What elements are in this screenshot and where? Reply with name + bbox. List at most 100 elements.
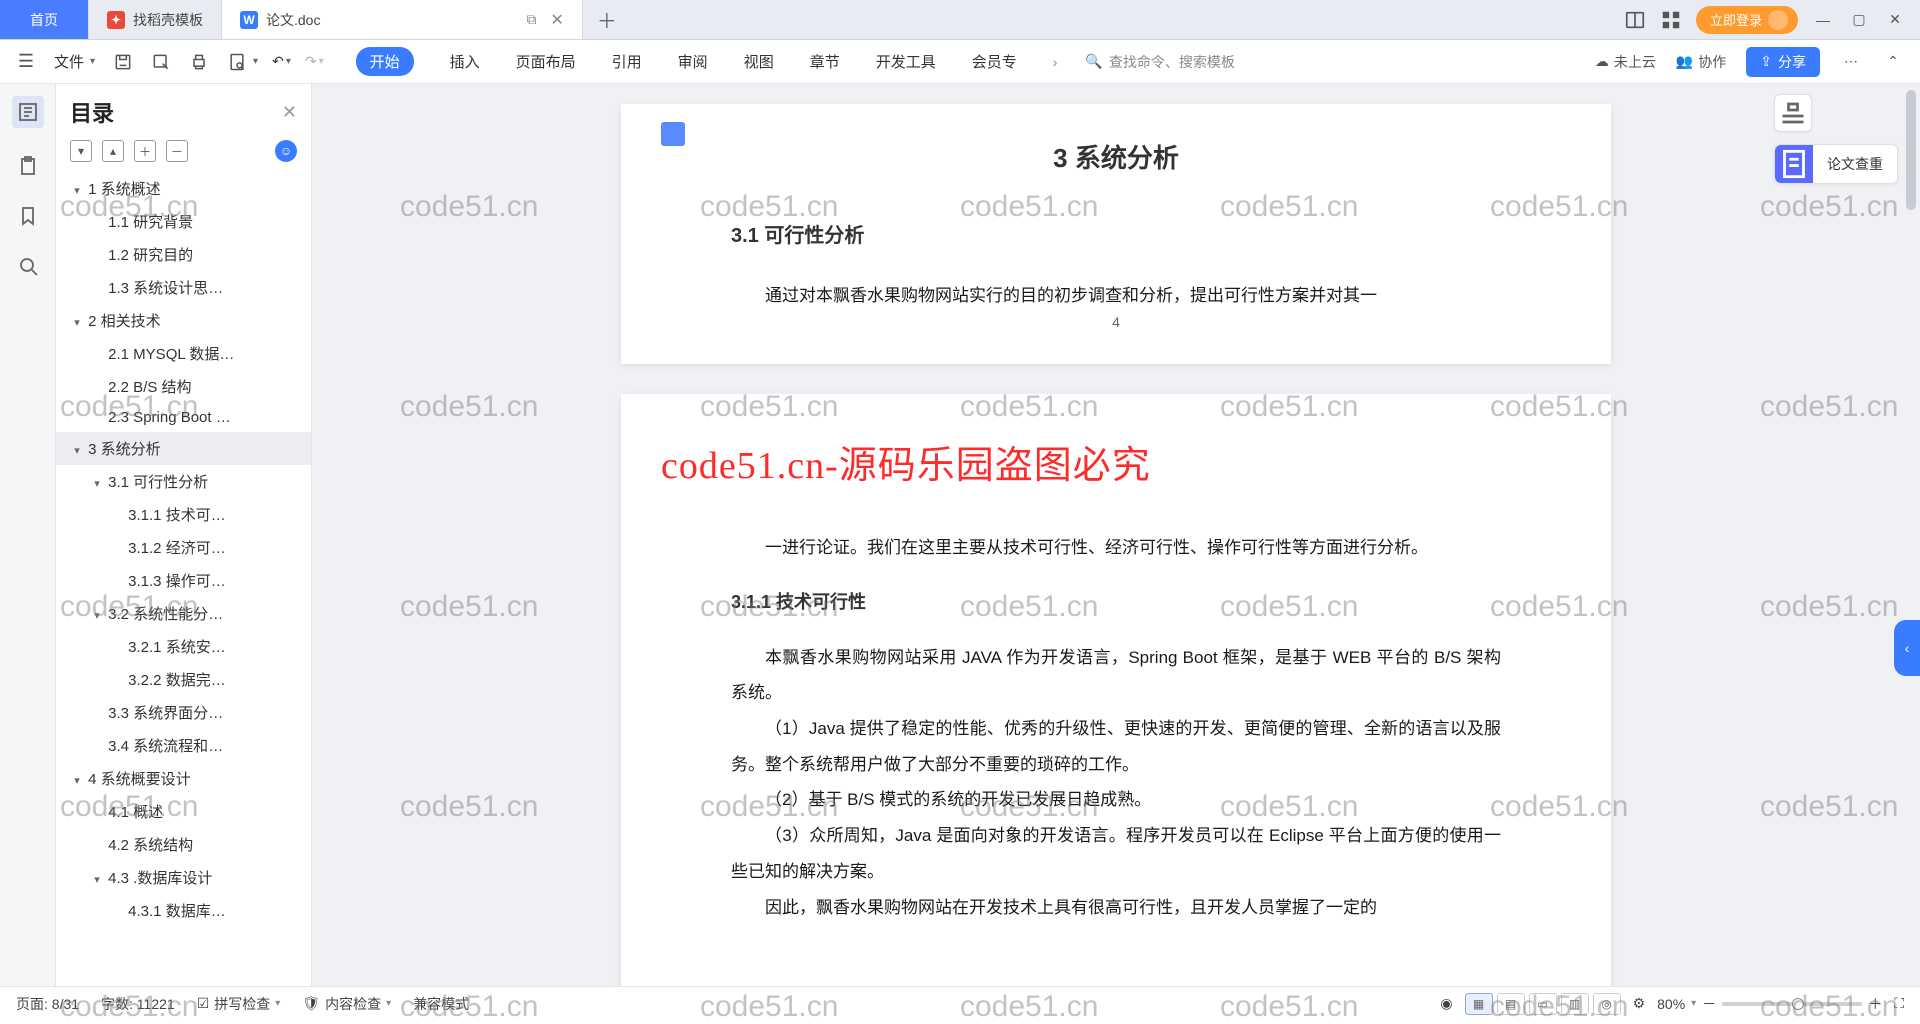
apps-icon[interactable] [1660,9,1682,31]
collab-button[interactable]: 👥协作 [1676,52,1726,72]
zoom-slider[interactable] [1722,1002,1862,1006]
collapse-all-icon[interactable]: ▴ [102,140,124,162]
undo-icon[interactable]: ↶ [272,53,284,70]
tab-templates[interactable]: ✦ 找稻壳模板 [89,0,222,39]
plagiarism-check-button[interactable]: 论文查重 [1774,144,1898,184]
close-icon[interactable]: ✕ [550,10,563,30]
outline-node[interactable]: 1.3 系统设计思… [56,271,311,304]
view-page-icon[interactable]: ▦ [1465,993,1493,1015]
outline-node[interactable]: ▾ 3.2 系统性能分… [56,597,311,630]
ribbon-tab-member[interactable]: 会员专 [972,51,1017,72]
outline-node[interactable]: 2.3 Spring Boot … [56,403,311,432]
bookmark-rail-icon[interactable] [16,204,40,228]
preview-icon[interactable] [227,52,247,72]
zoom-handle[interactable] [1792,998,1804,1010]
outline-node[interactable]: 1.2 研究目的 [56,238,311,271]
assistant-icon[interactable]: ☺ [275,140,297,162]
new-tab-button[interactable]: ＋ [583,0,631,39]
outline-node[interactable]: ▾ 3 系统分析 [56,432,311,465]
vertical-scrollbar[interactable] [1902,84,1918,984]
cloud-status[interactable]: ☁未上云 [1595,52,1656,72]
hamburger-icon[interactable]: ☰ [16,52,36,72]
popout-icon[interactable]: ⧉ [526,11,536,28]
format-panel-icon[interactable] [1774,94,1812,132]
page-indicator[interactable]: 页面: 8/31 [16,994,79,1014]
outline-node[interactable]: 1.1 研究背景 [56,205,311,238]
fullscreen-icon[interactable]: ⛶ [1894,995,1904,1012]
outline-node[interactable]: ▾ 3.1 可行性分析 [56,465,311,498]
outline-node[interactable]: ▾ 4.3 .数据库设计 [56,861,311,894]
login-button[interactable]: 立即登录 [1696,6,1798,34]
zoom-out-icon[interactable]: － [1702,994,1716,1014]
ribbon-tab-start[interactable]: 开始 [356,47,414,76]
search-placeholder: 查找命令、搜索模板 [1109,52,1235,72]
zoom-in-icon[interactable]: ＋ [1868,994,1882,1014]
outline-node[interactable]: 3.1.3 操作可… [56,564,311,597]
outline-node[interactable]: 3.2.2 数据完… [56,663,311,696]
chevron-down-icon[interactable]: ▾ [286,56,291,67]
tab-home[interactable]: 首页 [0,0,89,39]
outline-node[interactable]: 2.1 MYSQL 数据… [56,337,311,370]
ribbon-tab-reference[interactable]: 引用 [612,51,642,72]
view-read-icon[interactable]: ▤ [1497,993,1525,1015]
remove-node-icon[interactable]: － [166,140,188,162]
search-rail-icon[interactable] [16,254,40,278]
settings-icon[interactable]: ⚙ [1633,995,1646,1012]
scrollbar-thumb[interactable] [1906,90,1916,210]
status-eye-icon[interactable]: ◉ [1440,995,1452,1012]
ribbon-tab-view[interactable]: 视图 [744,51,774,72]
file-menu[interactable]: 文件 [54,51,84,72]
add-node-icon[interactable]: ＋ [134,140,156,162]
expand-all-icon[interactable]: ▾ [70,140,92,162]
chevron-down-icon[interactable]: ▾ [253,56,258,67]
ribbon-tab-chapter[interactable]: 章节 [810,51,840,72]
redo-icon[interactable]: ↷ [305,53,317,70]
outline-node[interactable]: 3.4 系统流程和… [56,729,311,762]
collapse-ribbon-icon[interactable]: ⌃ [1882,51,1904,73]
ribbon-tab-devtools[interactable]: 开发工具 [876,51,936,72]
spell-check-toggle[interactable]: ☑拼写检查 ▾ [197,994,281,1014]
clipboard-rail-icon[interactable] [16,154,40,178]
more-icon[interactable]: ⋯ [1840,51,1862,73]
tab-bar: 首页 ✦ 找稻壳模板 W 论文.doc ⧉ ✕ ＋ 立即登录 — ▢ ✕ [0,0,1920,40]
view-web-icon[interactable]: ▭ [1529,993,1557,1015]
chevron-down-icon[interactable]: ▾ [319,56,324,67]
command-search[interactable]: 🔍 查找命令、搜索模板 [1085,52,1234,72]
view-outline-icon[interactable]: ▥ [1561,993,1589,1015]
content-label: 内容检查 [325,994,381,1014]
outline-node[interactable]: 4.2 系统结构 [56,828,311,861]
outline-node[interactable]: 3.2.1 系统安… [56,630,311,663]
minimize-icon[interactable]: — [1812,9,1834,31]
outline-node[interactable]: 4.3.1 数据库… [56,894,311,927]
outline-node[interactable]: 3.1.2 经济可… [56,531,311,564]
outline-node[interactable]: ▾ 4 系统概要设计 [56,762,311,795]
outline-node[interactable]: ▾ 2 相关技术 [56,304,311,337]
window-close-icon[interactable]: ✕ [1884,9,1906,31]
chevron-down-icon[interactable]: ▾ [90,56,95,67]
save-as-icon[interactable] [151,52,171,72]
outline-node[interactable]: 3.3 系统界面分… [56,696,311,729]
zoom-level[interactable]: 80% [1657,996,1685,1012]
maximize-icon[interactable]: ▢ [1848,9,1870,31]
outline-node[interactable]: ▾ 1 系统概述 [56,172,311,205]
ribbon-tab-layout[interactable]: 页面布局 [516,51,576,72]
outline-rail-icon[interactable] [12,96,44,128]
print-icon[interactable] [189,52,209,72]
content-check-toggle[interactable]: 🛡内容检查 ▾ [302,994,391,1014]
document-viewport[interactable]: 3 系统分析 3.1 可行性分析 通过对本飘香水果购物网站实行的目的初步调查和分… [312,84,1920,986]
ribbon-tab-review[interactable]: 审阅 [678,51,708,72]
layout-icon[interactable] [1624,9,1646,31]
floating-panel: 论文查重 [1774,94,1898,184]
save-icon[interactable] [113,52,133,72]
view-focus-icon[interactable]: ◎ [1593,993,1621,1015]
close-outline-icon[interactable]: ✕ [282,102,297,123]
status-bar: 页面: 8/31 字数: 11221 ☑拼写检查 ▾ 🛡内容检查 ▾ 兼容模式 … [0,986,1920,1020]
outline-node[interactable]: 2.2 B/S 结构 [56,370,311,403]
tab-document[interactable]: W 论文.doc ⧉ ✕ [222,0,583,39]
word-count[interactable]: 字数: 11221 [101,994,175,1014]
ribbon-more-icon[interactable]: › [1053,54,1058,70]
share-button[interactable]: ⇪分享 [1746,47,1820,77]
ribbon-tab-insert[interactable]: 插入 [450,51,480,72]
outline-node[interactable]: 4.1 概述 [56,795,311,828]
outline-node[interactable]: 3.1.1 技术可… [56,498,311,531]
